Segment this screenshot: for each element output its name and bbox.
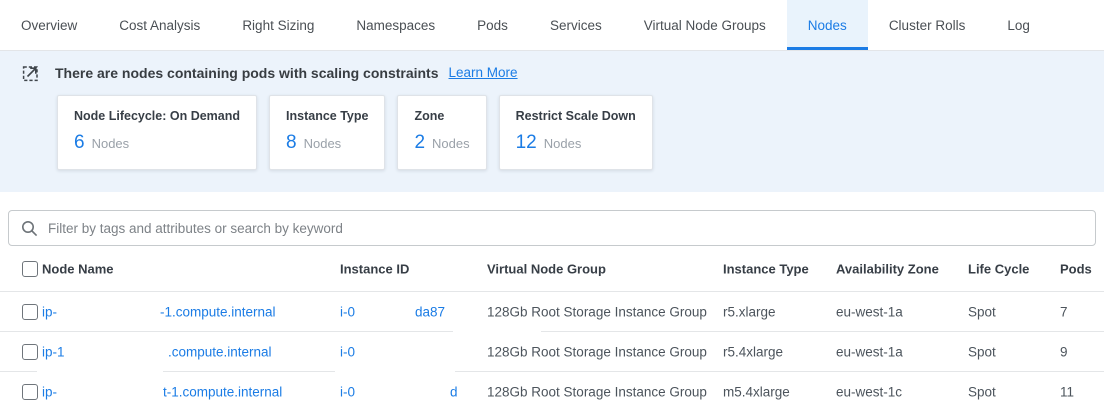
card-unit: Nodes	[544, 136, 582, 151]
node-name-link[interactable]: ip-1	[42, 344, 65, 359]
tab-bar: Overview Cost Analysis Right Sizing Name…	[0, 0, 1104, 51]
column-header-life-cycle: Life Cycle	[968, 261, 1029, 276]
tab-overview[interactable]: Overview	[0, 0, 98, 50]
instance-id-link[interactable]: i-0	[340, 344, 355, 359]
pods-cell: 7	[1060, 304, 1068, 319]
virtual-node-group-cell: 128Gb Root Storage Instance Group	[487, 304, 707, 319]
column-header-instance-id: Instance ID	[340, 261, 409, 276]
instance-type-cell: r5.xlarge	[723, 304, 776, 319]
banner-message: There are nodes containing pods with sca…	[55, 65, 439, 81]
nodes-table: Node Name Instance ID Virtual Node Group…	[0, 246, 1104, 404]
card-unit: Nodes	[92, 136, 130, 151]
pods-cell: 9	[1060, 344, 1068, 359]
row-checkbox[interactable]	[22, 384, 38, 400]
column-header-node-name: Node Name	[42, 261, 114, 276]
card-node-lifecycle[interactable]: Node Lifecycle: On Demand 6 Nodes	[57, 95, 257, 170]
card-count: 8	[286, 132, 297, 154]
scaling-constraints-banner: There are nodes containing pods with sca…	[0, 51, 1104, 192]
table-row: ip- -1.compute.internal i-0 da87 128Gb R…	[0, 292, 1104, 332]
availability-zone-cell: eu-west-1a	[836, 344, 903, 359]
table-header-row: Node Name Instance ID Virtual Node Group…	[0, 246, 1104, 292]
card-count: 6	[74, 132, 85, 154]
table-body: ip- -1.compute.internal i-0 da87 128Gb R…	[0, 292, 1104, 404]
card-count: 12	[516, 132, 537, 154]
availability-zone-cell: eu-west-1a	[836, 304, 903, 319]
tab-pods[interactable]: Pods	[456, 0, 529, 50]
tab-log[interactable]: Log	[986, 0, 1051, 50]
row-checkbox[interactable]	[22, 344, 38, 360]
tab-virtual-node-groups[interactable]: Virtual Node Groups	[623, 0, 787, 50]
card-zone[interactable]: Zone 2 Nodes	[397, 95, 486, 170]
node-name-link[interactable]: .compute.internal	[168, 344, 272, 359]
card-title: Restrict Scale Down	[516, 109, 636, 123]
virtual-node-group-cell: 128Gb Root Storage Instance Group	[487, 385, 707, 400]
tab-nodes[interactable]: Nodes	[787, 0, 868, 50]
column-header-instance-type: Instance Type	[723, 261, 809, 276]
availability-zone-cell: eu-west-1c	[836, 385, 902, 400]
node-name-link[interactable]: ip-	[42, 385, 57, 400]
tab-cost-analysis[interactable]: Cost Analysis	[98, 0, 221, 50]
column-header-availability-zone: Availability Zone	[836, 261, 939, 276]
card-value: 8 Nodes	[286, 132, 368, 154]
card-value: 12 Nodes	[516, 132, 636, 154]
node-name-link[interactable]: ip-	[42, 304, 57, 319]
filter-input[interactable]	[48, 221, 1083, 236]
nodes-page: Overview Cost Analysis Right Sizing Name…	[0, 0, 1104, 404]
column-header-pods: Pods	[1060, 261, 1092, 276]
card-count: 2	[414, 132, 425, 154]
instance-id-link[interactable]: i-0	[340, 304, 355, 319]
scaling-constraint-icon	[22, 63, 41, 82]
redaction-artifact	[37, 370, 163, 373]
instance-id-link[interactable]: da87	[415, 304, 445, 319]
virtual-node-group-cell: 128Gb Root Storage Instance Group	[487, 344, 707, 359]
life-cycle-cell: Spot	[968, 344, 996, 359]
card-restrict-scale-down[interactable]: Restrict Scale Down 12 Nodes	[499, 95, 653, 170]
filter-bar[interactable]	[8, 210, 1096, 246]
card-unit: Nodes	[304, 136, 342, 151]
instance-type-cell: m5.4xlarge	[723, 385, 790, 400]
tab-services[interactable]: Services	[529, 0, 623, 50]
node-name-link[interactable]: t-1.compute.internal	[163, 385, 282, 400]
card-instance-type[interactable]: Instance Type 8 Nodes	[269, 95, 385, 170]
select-all-checkbox[interactable]	[22, 261, 38, 277]
instance-id-link[interactable]: i-0	[340, 385, 355, 400]
constraint-cards: Node Lifecycle: On Demand 6 Nodes Instan…	[57, 95, 1104, 170]
banner-message-row: There are nodes containing pods with sca…	[0, 63, 1104, 82]
tab-namespaces[interactable]: Namespaces	[335, 0, 456, 50]
search-icon	[21, 220, 38, 237]
column-header-virtual-node-group: Virtual Node Group	[487, 261, 606, 276]
life-cycle-cell: Spot	[968, 304, 996, 319]
instance-type-cell: r5.4xlarge	[723, 344, 783, 359]
node-name-link[interactable]: -1.compute.internal	[160, 304, 276, 319]
card-value: 2 Nodes	[414, 132, 469, 154]
pods-cell: 11	[1060, 385, 1074, 400]
learn-more-link[interactable]: Learn More	[449, 65, 518, 80]
row-checkbox[interactable]	[22, 304, 38, 320]
table-row: ip-1 .compute.internal i-0 128Gb Root St…	[0, 332, 1104, 372]
card-value: 6 Nodes	[74, 132, 240, 154]
tab-cluster-rolls[interactable]: Cluster Rolls	[868, 0, 987, 50]
card-title: Zone	[414, 109, 469, 123]
card-title: Node Lifecycle: On Demand	[74, 109, 240, 123]
card-title: Instance Type	[286, 109, 368, 123]
life-cycle-cell: Spot	[968, 385, 996, 400]
table-row: ip- t-1.compute.internal i-0 d 128Gb Roo…	[0, 372, 1104, 404]
tab-right-sizing[interactable]: Right Sizing	[221, 0, 335, 50]
card-unit: Nodes	[432, 136, 470, 151]
instance-id-link[interactable]: d	[450, 385, 458, 400]
redaction-artifact	[453, 330, 541, 333]
redaction-artifact	[335, 370, 455, 373]
